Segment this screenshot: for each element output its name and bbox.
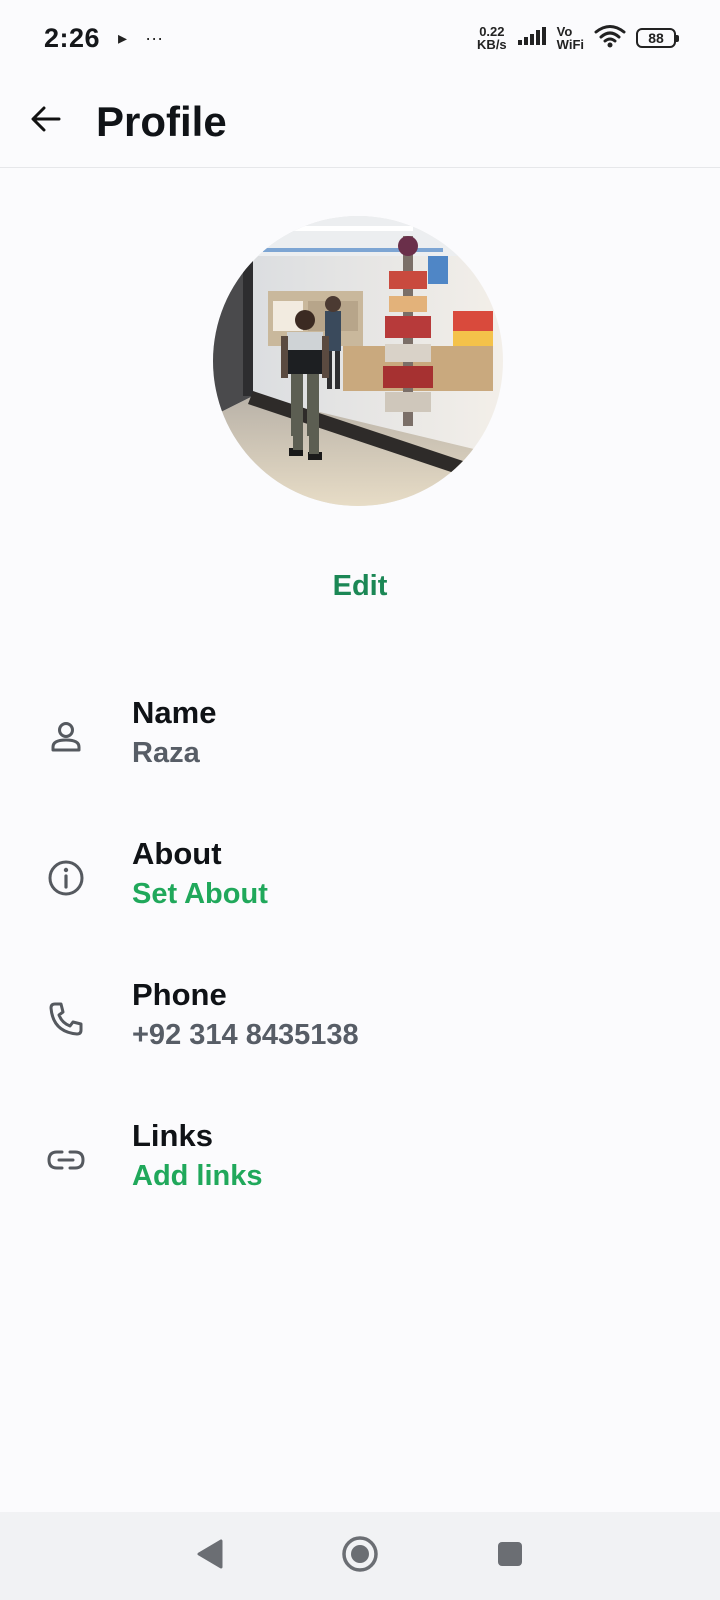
status-right: 0.22 KB/s Vo WiFi 88 — [477, 24, 679, 53]
links-row[interactable]: Links Add links — [0, 1118, 720, 1228]
vowifi-bottom: WiFi — [556, 37, 584, 52]
nav-home-button[interactable] — [335, 1531, 385, 1581]
nav-back-button[interactable] — [185, 1531, 235, 1581]
name-label: Name — [132, 695, 217, 730]
nav-back-icon — [195, 1538, 225, 1575]
network-speed-unit: KB/s — [477, 37, 507, 52]
arrow-left-icon — [29, 102, 63, 141]
app-header: Profile — [0, 76, 720, 168]
phone-icon — [44, 997, 88, 1041]
signal-icon — [517, 26, 547, 51]
system-nav-bar — [0, 1512, 720, 1600]
phone-label: Phone — [132, 977, 227, 1012]
more-notifications-icon: ··· — [145, 27, 164, 48]
vowifi-indicator: Vo WiFi — [557, 25, 584, 51]
status-bar: 2:26 ▸ ··· 0.22 KB/s Vo WiFi 88 — [0, 0, 720, 76]
person-icon — [44, 715, 88, 759]
status-left: 2:26 ▸ ··· — [44, 23, 163, 54]
links-label: Links — [132, 1118, 213, 1153]
network-speed: 0.22 KB/s — [477, 25, 507, 51]
nav-home-icon — [340, 1534, 380, 1579]
add-links-link[interactable]: Add links — [132, 1160, 263, 1193]
profile-photo[interactable] — [213, 216, 503, 506]
about-row[interactable]: About Set About — [0, 836, 720, 946]
nav-recents-icon — [495, 1539, 525, 1574]
play-notification-icon: ▸ — [118, 27, 128, 48]
wifi-icon — [594, 24, 626, 53]
edit-photo-button[interactable]: Edit — [0, 570, 720, 603]
back-button[interactable] — [16, 92, 76, 152]
page-title: Profile — [96, 97, 227, 145]
status-time: 2:26 — [44, 22, 101, 53]
phone-row[interactable]: Phone +92 314 8435138 — [0, 977, 720, 1087]
about-label: About — [132, 836, 222, 871]
info-icon — [44, 856, 88, 900]
link-icon — [44, 1138, 88, 1182]
nav-recents-button[interactable] — [485, 1531, 535, 1581]
battery-indicator: 88 — [636, 28, 679, 48]
phone-value: +92 314 8435138 — [132, 1019, 359, 1051]
name-value: Raza — [132, 737, 200, 769]
name-row[interactable]: Name Raza — [0, 695, 720, 805]
set-about-link[interactable]: Set About — [132, 878, 268, 911]
battery-level: 88 — [648, 30, 664, 46]
